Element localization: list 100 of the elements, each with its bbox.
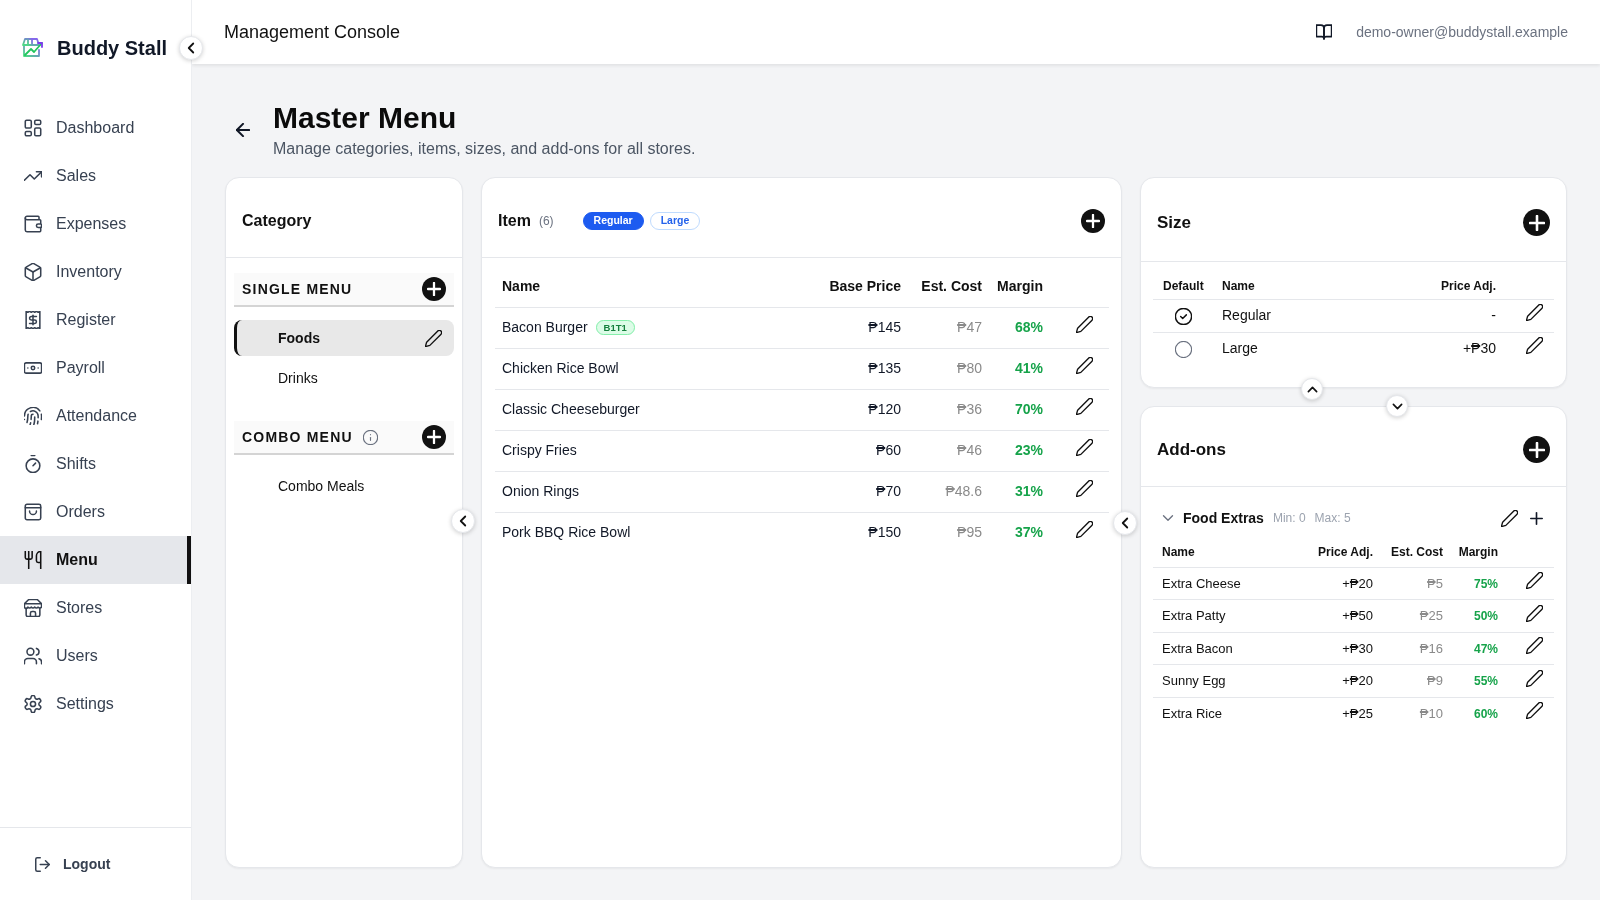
base-price: ₱120 xyxy=(868,401,901,417)
nav-item[interactable]: Users xyxy=(0,632,191,680)
pencil-icon xyxy=(1076,398,1093,415)
margin-value: 60% xyxy=(1473,706,1498,721)
edit-button[interactable] xyxy=(1526,604,1543,622)
edit-button[interactable] xyxy=(1526,337,1543,355)
add-button[interactable] xyxy=(1523,209,1550,236)
est-cost: ₱48.6 xyxy=(945,483,982,499)
item-name: Classic Cheeseburger xyxy=(502,401,640,417)
nav-item[interactable]: Register xyxy=(0,296,191,344)
nav-item[interactable]: Sales xyxy=(0,152,191,200)
panel-title: Size xyxy=(1157,211,1192,234)
add-button[interactable] xyxy=(1523,436,1550,463)
collapse-button[interactable] xyxy=(451,509,475,533)
edit-button[interactable] xyxy=(1526,702,1543,720)
category-item[interactable]: Drinks xyxy=(234,360,454,396)
section-title: COMBO MENU xyxy=(242,427,353,447)
base-price: ₱145 xyxy=(868,319,901,335)
pencil-icon xyxy=(1076,480,1093,497)
section-title: SINGLE MENU xyxy=(242,279,353,299)
edit-button[interactable] xyxy=(1526,304,1543,321)
category-item[interactable]: Combo Meals xyxy=(234,468,454,504)
item-count: (6) xyxy=(538,212,554,230)
margin-value: 47% xyxy=(1473,641,1498,656)
size-filter-tab[interactable]: Large xyxy=(649,211,701,230)
pencil-icon xyxy=(425,329,442,347)
base-price: ₱150 xyxy=(868,524,901,541)
nav-item[interactable]: Stores xyxy=(0,584,191,632)
addon-name: Extra Cheese xyxy=(1162,575,1241,591)
brand-name: Buddy Stall xyxy=(57,36,167,61)
nav-item[interactable]: Orders xyxy=(0,488,191,536)
back-button[interactable] xyxy=(236,123,250,137)
price-adjustment: +₱30 xyxy=(1462,340,1496,357)
margin-value: 37% xyxy=(1014,524,1043,541)
nav-item[interactable]: Shifts xyxy=(0,440,191,488)
nav-item[interactable]: Settings xyxy=(0,680,191,728)
chevron-down-icon[interactable] xyxy=(1162,512,1174,524)
add-button[interactable] xyxy=(1081,208,1105,233)
edit-button[interactable] xyxy=(1526,572,1543,589)
panel-toggle-button[interactable] xyxy=(1301,378,1323,400)
add-button[interactable] xyxy=(422,425,446,449)
size-filter-tab[interactable]: Regular xyxy=(582,211,644,230)
edit-button[interactable] xyxy=(425,329,442,347)
group-max: Max: 5 xyxy=(1314,510,1351,527)
addon-name: Extra Bacon xyxy=(1162,640,1233,656)
nav-item[interactable]: Dashboard xyxy=(0,104,191,152)
nav-item[interactable]: Expenses xyxy=(0,200,191,248)
collapse-button[interactable] xyxy=(179,36,203,60)
pencil-icon xyxy=(1076,316,1093,333)
book-icon[interactable] xyxy=(1316,24,1333,40)
page-subtitle: Manage categories, items, sizes, and add-ons for all stores. xyxy=(273,139,696,159)
edit-button[interactable] xyxy=(1526,669,1543,687)
nav-item[interactable]: Menu xyxy=(0,536,191,584)
plus-icon xyxy=(427,282,441,296)
price-adjustment: +₱20 xyxy=(1342,673,1373,688)
add-button[interactable] xyxy=(1530,511,1543,525)
logout-button[interactable]: Logout xyxy=(35,853,111,875)
add-button[interactable] xyxy=(422,277,446,301)
item-name: Bacon Burger xyxy=(502,319,588,335)
nav-item[interactable]: Payroll xyxy=(0,344,191,392)
storefront-icon xyxy=(24,599,42,617)
edit-button[interactable] xyxy=(1076,521,1093,539)
banknote-icon xyxy=(24,359,42,377)
pencil-icon xyxy=(1526,604,1543,622)
app-title: Management Console xyxy=(224,20,401,44)
info-icon[interactable] xyxy=(362,429,378,445)
est-cost: ₱10 xyxy=(1419,705,1443,721)
nav-item[interactable]: Inventory xyxy=(0,248,191,296)
column-header: Default xyxy=(1163,278,1204,293)
logout-icon xyxy=(35,856,50,872)
panel-title: Item xyxy=(498,210,531,231)
margin-value: 55% xyxy=(1473,674,1498,688)
column-header: Est. Cost xyxy=(1391,545,1443,560)
pencil-icon xyxy=(1076,521,1093,539)
edit-button[interactable] xyxy=(1076,398,1093,415)
group-name: Food Extras xyxy=(1183,508,1264,528)
est-cost: ₱5 xyxy=(1427,575,1443,591)
edit-button[interactable] xyxy=(1076,357,1093,374)
cube-icon xyxy=(24,263,42,281)
addon-name: Extra Patty xyxy=(1162,608,1226,623)
stopwatch-icon xyxy=(24,455,42,473)
fingerprint-icon xyxy=(24,407,42,425)
edit-button[interactable] xyxy=(1526,637,1543,654)
est-cost: ₱47 xyxy=(957,319,982,335)
chevron-left-icon xyxy=(457,515,469,527)
category-item[interactable]: Foods xyxy=(234,320,454,356)
panel-toggle-button[interactable] xyxy=(1386,395,1408,417)
edit-button[interactable] xyxy=(1076,480,1093,497)
edit-button[interactable] xyxy=(1501,509,1518,527)
chevron-left-icon xyxy=(185,42,197,54)
edit-button[interactable] xyxy=(1076,439,1093,456)
nav-item[interactable]: Attendance xyxy=(0,392,191,440)
column-header: Name xyxy=(1222,278,1255,293)
base-price: ₱135 xyxy=(868,360,901,376)
edit-button[interactable] xyxy=(1076,316,1093,333)
margin-value: 68% xyxy=(1014,319,1043,335)
plus-icon xyxy=(1530,511,1543,525)
group-min: Min: 0 xyxy=(1272,510,1306,527)
est-cost: ₱80 xyxy=(957,360,982,376)
collapse-button[interactable] xyxy=(1113,511,1137,535)
